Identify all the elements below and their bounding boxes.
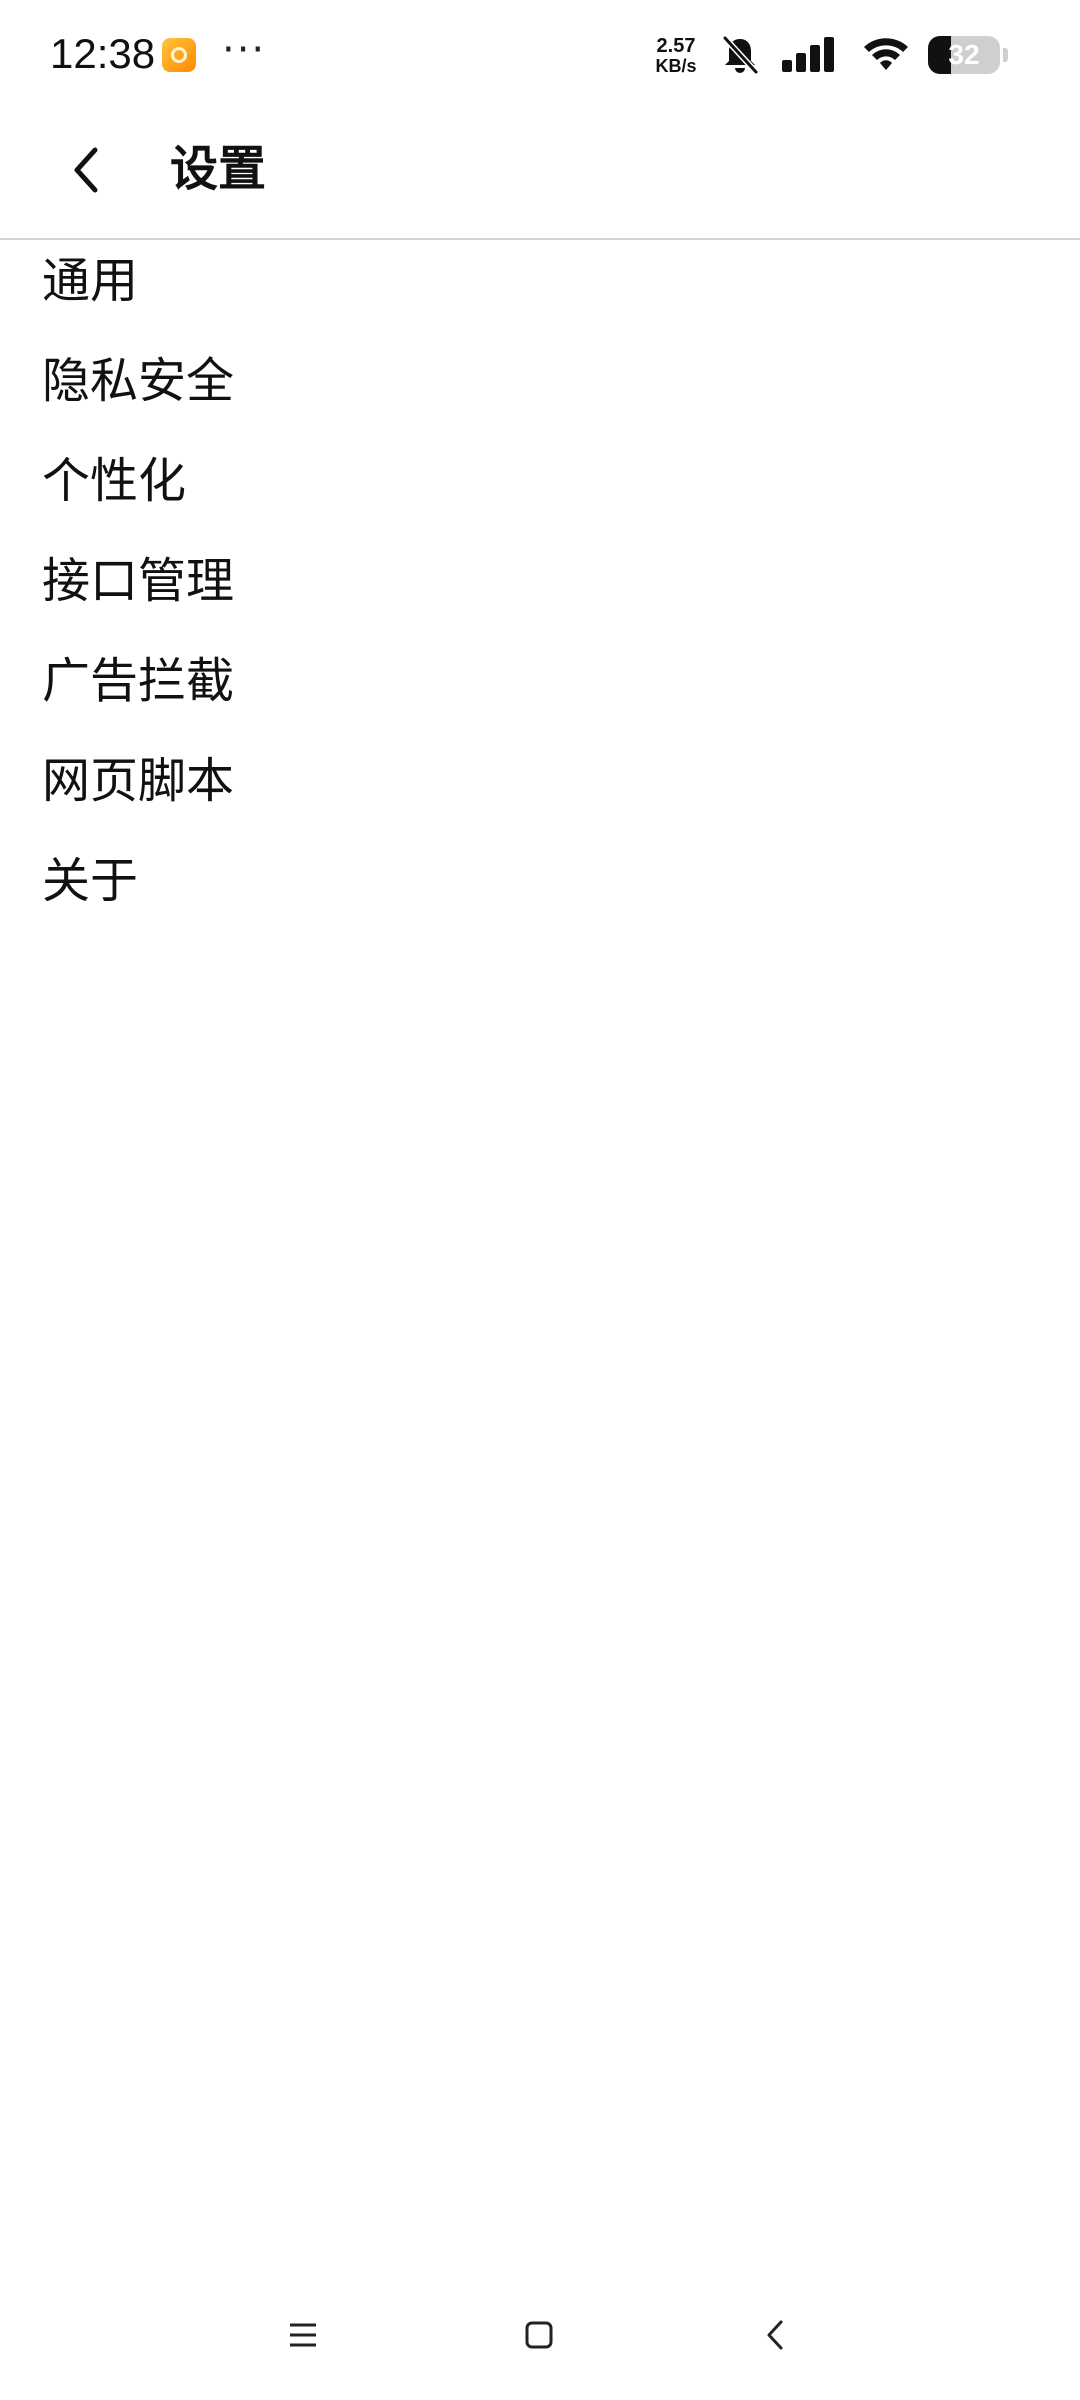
settings-screen: 12:38 ··· 2.57 KB/s 32 设置 通用 隐私安全 个性化 接口… — [0, 0, 1080, 2400]
recents-button[interactable] — [278, 2310, 328, 2360]
network-speed-value: 2.57 — [656, 35, 696, 57]
wifi-icon — [864, 38, 908, 70]
settings-menu-list: 通用 隐私安全 个性化 接口管理 广告拦截 网页脚本 关于 — [0, 244, 1080, 944]
system-nav-bar — [0, 2290, 1080, 2380]
network-speed: 2.57 KB/s — [646, 36, 706, 76]
app-notification-icon — [162, 38, 196, 72]
home-button[interactable] — [514, 2310, 564, 2360]
battery-icon: 32 — [928, 34, 1010, 76]
battery-cap — [1003, 48, 1008, 62]
home-icon — [525, 2321, 553, 2349]
status-time: 12:38 — [50, 30, 156, 77]
bell-off-icon — [722, 35, 759, 75]
status-more-indicator: ··· — [222, 27, 267, 73]
battery-level: 32 — [948, 39, 980, 70]
chevron-left-icon — [74, 147, 98, 193]
network-speed-unit: KB/s — [655, 56, 697, 76]
battery-body: 32 — [928, 36, 1000, 74]
menu-icon — [290, 2323, 316, 2347]
nav-back-button[interactable] — [750, 2310, 800, 2360]
back-button[interactable] — [52, 130, 122, 210]
page-title: 设置 — [170, 141, 267, 197]
signal-icon — [782, 37, 834, 72]
back-icon — [767, 2320, 783, 2350]
status-bar: 12:38 ··· 2.57 KB/s 32 — [0, 0, 1080, 110]
